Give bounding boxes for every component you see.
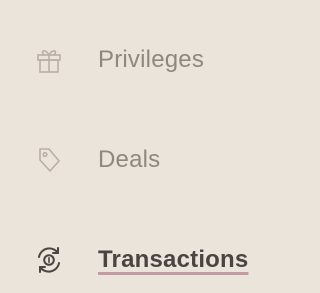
currency-exchange-icon (32, 243, 66, 277)
sidebar-item-deals[interactable]: Deals (0, 130, 285, 190)
sidebar-item-label: Transactions (98, 246, 249, 273)
sidebar-item-label: Deals (98, 146, 161, 173)
sidebar-item-privileges[interactable]: Privileges (0, 30, 285, 90)
tag-icon (32, 143, 66, 177)
sidebar-item-label: Privileges (98, 46, 205, 73)
sidebar-nav: Privileges Deals Transactions (0, 0, 285, 293)
gift-icon (32, 43, 66, 77)
sidebar-item-transactions[interactable]: Transactions (0, 230, 285, 290)
